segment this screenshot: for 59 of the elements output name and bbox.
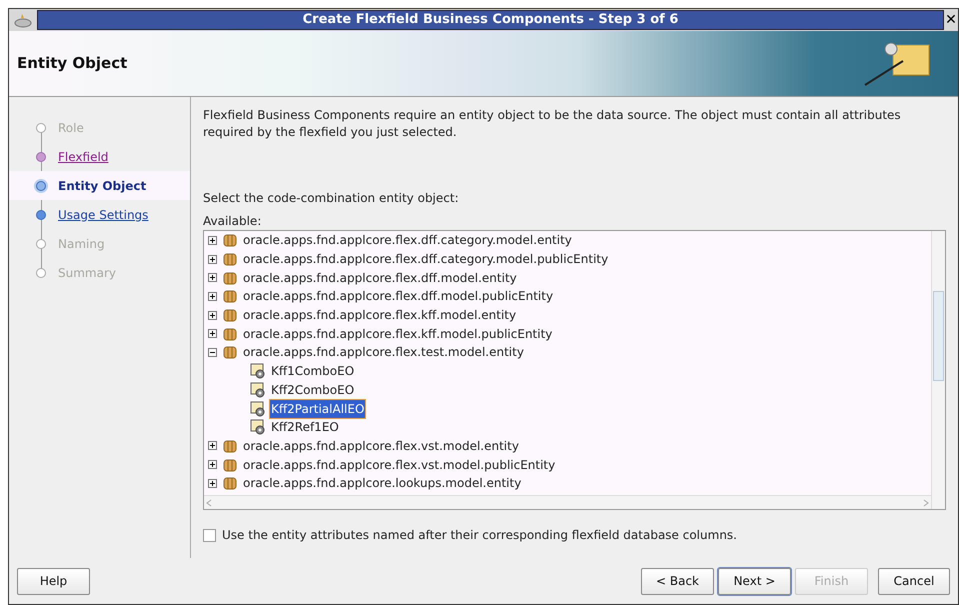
expand-icon[interactable] [208,310,217,320]
expand-icon[interactable] [208,292,217,301]
expand-icon[interactable] [208,478,217,488]
tree-item[interactable]: Kff1ComboEO [270,362,356,380]
gear-document-icon [250,419,266,436]
tree-item[interactable]: oracle.apps.fnd.applcore.lookups.model.entity [243,474,522,492]
step-link[interactable]: Entity Object [58,176,146,194]
package-icon [223,438,237,453]
package-icon [223,326,237,341]
tree-item[interactable]: oracle.apps.fnd.applcore.flex.kff.model.entity [243,306,516,324]
package-icon [223,345,237,360]
help-button[interactable]: Help [17,568,90,594]
tree-label: Available: [203,213,262,230]
package-icon [223,476,237,490]
package-icon [223,308,237,322]
tree-item[interactable]: oracle.apps.fnd.applcore.flex.dff.model.publicEntity [243,287,554,306]
checkbox[interactable] [203,528,216,542]
tree-item[interactable]: Kff2ComboEO [270,380,356,399]
package-icon [223,252,237,266]
close-button[interactable]: ✕ [944,10,958,30]
scrollbar-thumb[interactable] [933,291,944,381]
expand-icon[interactable] [208,254,217,264]
tree-item[interactable]: oracle.apps.fnd.applcore.flex.test.model.entity [243,343,524,362]
expand-icon[interactable] [208,460,217,470]
gear-document-icon [250,382,266,398]
expand-icon[interactable] [208,329,217,338]
step-link[interactable]: Usage Settings [58,206,148,224]
tree-item[interactable]: oracle.apps.fnd.applcore.flex.dff.model.entity [243,268,517,287]
description-text: Flexfield Business Components require an entity object to be the data source. The object must contain all attributes required by the flexfield you just selected. [203,107,902,141]
collapse-icon[interactable] [208,348,217,357]
package-icon [223,233,237,248]
page-heading: Entity Object [17,53,128,74]
app-icon [13,12,33,28]
expand-icon[interactable] [208,441,217,450]
tree-item[interactable]: oracle.apps.fnd.applcore.flex.dff.category.model.publicEntity [243,250,608,268]
step-link: Role [58,120,84,136]
package-icon [223,458,237,472]
nav-button[interactable]: < Back [641,568,714,594]
step-link[interactable]: Flexfield [58,148,108,166]
nav-button[interactable]: Next > [718,568,791,594]
window-title: Create Flexfield Business Components - Step 3 of 6 [302,11,678,30]
checkbox-label: Use the entity attributes named after their corresponding flexfield database columns. [222,527,737,544]
package-icon [223,289,237,304]
step-link: Summary [58,264,116,282]
tree-item[interactable]: oracle.apps.fnd.applcore.flex.vst.model.publicEntity [243,456,556,474]
step-link: Naming [58,236,105,252]
gear-document-icon [250,400,266,417]
tree-item[interactable]: oracle.apps.fnd.applcore.flex.kff.model.publicEntity [243,324,552,343]
prompt-label: Select the code-combination entity object: [203,190,460,207]
tree-item[interactable]: oracle.apps.fnd.applcore.flex.dff.category.model.entity [243,231,572,250]
expand-icon[interactable] [208,236,217,245]
expand-icon[interactable] [208,273,217,282]
tree-item[interactable]: Kff2Ref1EO [270,418,340,436]
package-icon [223,270,237,285]
tree-item[interactable]: oracle.apps.fnd.applcore.flex.vst.model.entity [243,436,519,455]
vertical-scrollbar[interactable] [931,231,945,509]
tree-item[interactable]: Kff2PartialAllEO [270,400,366,418]
cancel-button[interactable]: Cancel [878,568,950,594]
gear-document-icon [250,363,266,380]
